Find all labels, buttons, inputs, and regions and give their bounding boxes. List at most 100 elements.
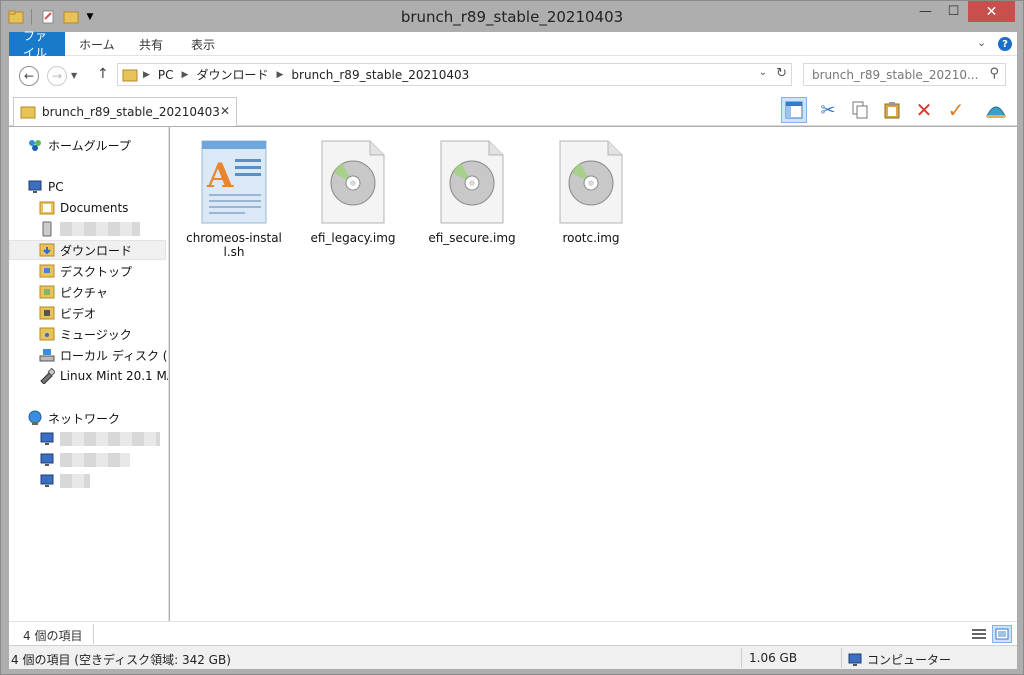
tab-view[interactable]: 表示 xyxy=(177,32,229,56)
address-row: ← → ▼ ↑ ▶ PC ▶ ダウンロード ▶ brunch_r89_stabl… xyxy=(9,56,1017,94)
search-input[interactable]: brunch_r89_stable_20210... ⚲ xyxy=(803,63,1006,86)
expand-ribbon-icon[interactable]: ⌄ xyxy=(977,36,986,49)
hard-drive-icon xyxy=(39,347,55,363)
checkmark-icon[interactable]: ✓ xyxy=(943,97,969,123)
ribbon-tabs: ファイル ホーム 共有 表示 ⌄ ? xyxy=(9,29,1017,60)
computer-icon xyxy=(39,473,55,489)
location-status: コンピューター xyxy=(847,651,951,668)
help-icon[interactable]: ? xyxy=(998,37,1012,51)
redacted-label xyxy=(60,222,140,236)
usb-drive-icon xyxy=(39,368,55,384)
breadcrumb-pc[interactable]: PC xyxy=(155,68,177,82)
status-divider xyxy=(741,648,742,668)
forward-button[interactable]: → xyxy=(47,66,67,86)
redacted-label xyxy=(60,453,130,467)
explorer-window: ▼ brunch_r89_stable_20210403 — ☐ ✕ ファイル … xyxy=(0,0,1024,675)
file-item[interactable]: A chromeos-install.sh xyxy=(182,137,286,259)
location-label: コンピューター xyxy=(867,653,952,667)
tab-home[interactable]: ホーム xyxy=(65,32,129,56)
status-divider xyxy=(841,648,842,668)
music-folder-icon xyxy=(39,326,55,342)
homegroup-icon xyxy=(27,137,43,153)
svg-text:A: A xyxy=(206,156,234,196)
sidebar-item-label: PC xyxy=(48,180,64,194)
maximize-button[interactable]: ☐ xyxy=(940,1,967,22)
file-name: efi_legacy.img xyxy=(310,231,396,245)
total-size: 1.06 GB xyxy=(749,651,798,665)
sidebar-item-label: ネットワーク xyxy=(48,411,121,426)
breadcrumb-separator[interactable]: ▶ xyxy=(138,70,155,80)
sidebar-item-label: ローカル ディスク (C:) xyxy=(60,348,168,363)
file-name: rootc.img xyxy=(562,231,620,245)
sidebar-item-downloads[interactable]: ダウンロード xyxy=(9,240,166,260)
folder-icon xyxy=(122,67,138,83)
copy-icon[interactable] xyxy=(847,97,873,123)
back-button[interactable]: ← xyxy=(19,66,39,86)
file-item[interactable]: efi_legacy.img xyxy=(301,137,405,245)
breadcrumb-current-folder[interactable]: brunch_r89_stable_20210403 xyxy=(288,68,472,82)
sidebar-item-label: Linux Mint 20.1 MA xyxy=(60,369,169,383)
details-view-icon[interactable] xyxy=(969,625,989,643)
pictures-folder-icon xyxy=(39,284,55,300)
address-bar[interactable]: ▶ PC ▶ ダウンロード ▶ brunch_r89_stable_202104… xyxy=(117,63,792,86)
desktop-folder-icon xyxy=(39,263,55,279)
status-bar: 4 個の項目 xyxy=(9,621,1017,645)
cut-icon[interactable]: ✂ xyxy=(815,97,841,123)
tab-share[interactable]: 共有 xyxy=(125,32,177,56)
free-space-status: 4 個の項目 (空きディスク領域: 342 GB) xyxy=(11,653,231,667)
computer-icon xyxy=(27,179,43,195)
item-count: 4 個の項目 xyxy=(23,629,83,643)
sidebar-item-pc[interactable]: PC xyxy=(27,177,168,197)
documents-folder-icon xyxy=(39,200,55,216)
sidebar-item-desktop[interactable]: デスクトップ xyxy=(39,261,168,281)
redacted-label xyxy=(60,474,90,488)
sidebar-item-pictures[interactable]: ピクチャ xyxy=(39,282,168,302)
sidebar-item-redacted[interactable] xyxy=(39,219,168,239)
computer-icon xyxy=(39,452,55,468)
close-button[interactable]: ✕ xyxy=(968,1,1015,22)
file-item[interactable]: efi_secure.img xyxy=(420,137,524,245)
large-icons-view-icon[interactable] xyxy=(992,625,1012,643)
file-name: chromeos-install.sh xyxy=(186,231,282,259)
refresh-icon[interactable]: ↻ xyxy=(776,66,787,81)
recent-locations-icon[interactable]: ▼ xyxy=(71,71,77,80)
file-item[interactable]: rootc.img xyxy=(539,137,643,245)
sidebar-item-videos[interactable]: ビデオ xyxy=(39,303,168,323)
search-placeholder: brunch_r89_stable_20210... xyxy=(812,67,979,82)
sidebar-item-usb-drive[interactable]: Linux Mint 20.1 MA xyxy=(39,366,169,386)
sidebar-item-label: ビデオ xyxy=(60,306,97,321)
sidebar-item-label: ホームグループ xyxy=(48,138,131,153)
computer-icon xyxy=(39,431,55,447)
sidebar-item-network-computer[interactable] xyxy=(39,471,168,491)
disc-image-icon xyxy=(318,137,388,227)
folder-tab[interactable]: brunch_r89_stable_20210403 ✕ xyxy=(13,97,237,126)
search-icon[interactable]: ⚲ xyxy=(989,66,999,81)
paste-icon[interactable] xyxy=(879,97,905,123)
status-divider xyxy=(93,624,94,644)
sidebar-item-homegroup[interactable]: ホームグループ xyxy=(27,135,168,155)
script-document-icon: A xyxy=(199,137,269,227)
detail-status-bar: 4 個の項目 (空きディスク領域: 342 GB) 1.06 GB コンピュータ… xyxy=(9,645,1017,669)
up-button[interactable]: ↑ xyxy=(97,66,109,82)
disc-image-icon xyxy=(437,137,507,227)
tab-row: brunch_r89_stable_20210403 ✕ ✂ ✕ ✓ xyxy=(9,94,1017,126)
sidebar-item-network-computer[interactable] xyxy=(39,450,168,470)
breadcrumb-separator[interactable]: ▶ xyxy=(177,70,194,80)
breadcrumb-separator[interactable]: ▶ xyxy=(271,70,288,80)
address-dropdown-icon[interactable]: ⌄ xyxy=(759,67,767,78)
delete-icon[interactable]: ✕ xyxy=(911,97,937,123)
videos-folder-icon xyxy=(39,305,55,321)
preview-pane-icon[interactable] xyxy=(781,97,807,123)
sidebar-item-documents[interactable]: Documents xyxy=(39,198,168,218)
folder-tab-label: brunch_r89_stable_20210403 xyxy=(42,105,220,119)
close-tab-icon[interactable]: ✕ xyxy=(220,104,230,118)
minimize-button[interactable]: — xyxy=(912,1,939,22)
sidebar-item-network[interactable]: ネットワーク xyxy=(27,408,168,428)
file-name: efi_secure.img xyxy=(428,231,516,245)
tab-file[interactable]: ファイル xyxy=(9,29,65,60)
sidebar-item-network-computer[interactable] xyxy=(39,429,168,449)
breadcrumb-downloads[interactable]: ダウンロード xyxy=(193,66,271,83)
shell-icon[interactable] xyxy=(983,97,1009,123)
sidebar-item-local-disk[interactable]: ローカル ディスク (C:) xyxy=(39,345,168,365)
sidebar-item-music[interactable]: ミュージック xyxy=(39,324,168,344)
